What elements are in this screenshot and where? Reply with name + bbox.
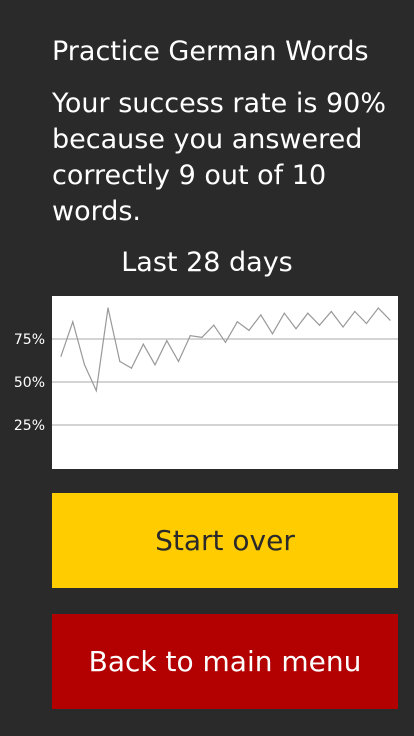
data-point	[177, 360, 180, 362]
data-point	[283, 312, 285, 314]
data-point	[201, 336, 203, 338]
data-point	[83, 364, 86, 366]
data-point	[389, 319, 391, 321]
success-rate-text: Your success rate is 90% because you ans…	[52, 88, 387, 227]
y-tick-label: 25%	[14, 418, 45, 434]
page-title: Practice German Words	[52, 36, 369, 67]
data-point	[271, 333, 274, 335]
data-point	[213, 324, 215, 326]
data-point	[342, 326, 344, 328]
data-point	[307, 312, 309, 314]
data-point	[60, 355, 62, 357]
data-point	[236, 321, 238, 323]
data-point	[248, 329, 250, 331]
data-point	[330, 310, 332, 313]
data-point	[189, 335, 191, 337]
data-point	[260, 314, 262, 316]
start-over-button[interactable]: Start over	[52, 493, 398, 588]
data-point	[142, 343, 144, 345]
y-tick-label: 50%	[14, 375, 45, 391]
data-point	[365, 322, 368, 325]
data-point	[377, 307, 379, 309]
data-point	[224, 341, 227, 343]
data-point	[154, 364, 156, 366]
data-point	[354, 310, 356, 313]
data-point	[107, 307, 109, 309]
data-point	[72, 321, 74, 323]
data-point	[295, 328, 297, 330]
chart-svg: 25% 50% 75%	[14, 296, 398, 469]
data-point	[95, 390, 97, 392]
data-point	[166, 340, 168, 342]
chart-caption: Last 28 days	[121, 247, 293, 278]
data-point	[318, 324, 321, 326]
data-point	[130, 367, 133, 369]
y-tick-label: 75%	[14, 332, 45, 348]
success-rate-chart: 25% 50% 75%	[0, 296, 414, 469]
back-to-main-menu-button[interactable]: Back to main menu	[52, 614, 398, 709]
data-point	[119, 360, 121, 362]
